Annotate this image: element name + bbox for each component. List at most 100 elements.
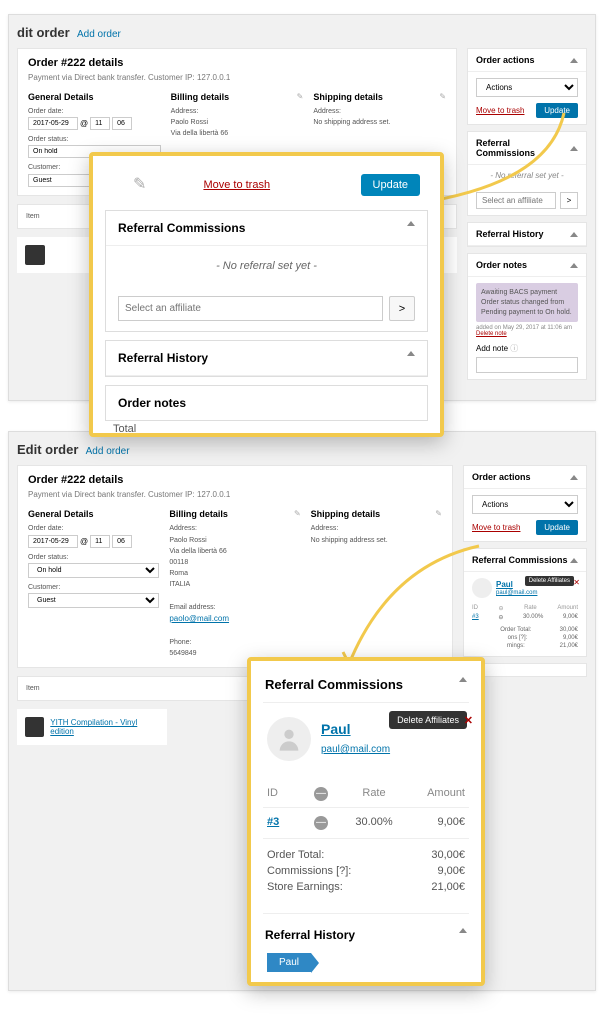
- notes-heading: Order notes: [476, 260, 527, 270]
- col-id: ID: [267, 787, 303, 801]
- billing-heading: Billing details: [171, 92, 230, 102]
- collapse-icon[interactable]: [570, 58, 578, 63]
- add-order-link[interactable]: Add order: [77, 29, 121, 40]
- col-amount: Amount: [409, 787, 465, 801]
- collapse-icon[interactable]: [570, 232, 578, 237]
- edit-shipping-icon[interactable]: ✎: [435, 509, 442, 523]
- commission-rate: 30.00%: [339, 816, 409, 830]
- order-subtitle: Payment via Direct bank transfer. Custom…: [28, 490, 442, 499]
- affiliate-email-link[interactable]: paul@mail.com: [321, 744, 390, 755]
- move-to-trash-link[interactable]: Move to trash: [472, 523, 520, 532]
- collapse-icon[interactable]: [570, 263, 578, 268]
- no-referral-text: - No referral set yet -: [468, 165, 586, 186]
- edit-billing-icon[interactable]: ✎: [294, 509, 301, 523]
- general-heading: General Details: [28, 509, 159, 519]
- earnings-label: Store Earnings:: [267, 881, 343, 893]
- callout-referral-filled: Referral Commissions Paul paul@mail.com …: [247, 657, 485, 986]
- affiliate-select[interactable]: [476, 192, 556, 209]
- status-icon: —: [314, 816, 328, 830]
- order-subtitle: Payment via Direct bank transfer. Custom…: [28, 73, 446, 82]
- avatar: [472, 578, 492, 598]
- order-title: Order #222 details: [28, 57, 446, 69]
- status-icon: —: [314, 787, 328, 801]
- shipping-heading: Shipping details: [313, 92, 383, 102]
- avatar: [267, 717, 311, 761]
- billing-email-link[interactable]: paolo@mail.com: [169, 614, 229, 623]
- actions-select[interactable]: Actions: [472, 495, 578, 514]
- collapse-icon[interactable]: [407, 221, 415, 226]
- affiliate-email-link[interactable]: paul@mail.com: [496, 590, 537, 596]
- affiliate-select[interactable]: [118, 296, 383, 321]
- product-thumb: [25, 717, 44, 737]
- history-tag[interactable]: Paul: [267, 953, 311, 972]
- commissions-value: 9,00€: [437, 865, 465, 877]
- refhist-heading: Referral History: [476, 229, 544, 239]
- close-icon[interactable]: ✕: [573, 578, 580, 587]
- earnings-value: 21,00€: [431, 881, 465, 893]
- affiliate-go-button[interactable]: >: [389, 296, 415, 321]
- status-select[interactable]: On hold: [28, 563, 159, 578]
- commission-id-link[interactable]: #3: [267, 816, 279, 828]
- total-label: Total: [113, 423, 136, 435]
- refcom-heading: Referral Commissions: [476, 138, 570, 158]
- order-total-label: Order Total:: [267, 849, 324, 861]
- order-hour-input[interactable]: [90, 535, 110, 548]
- collapse-icon[interactable]: [570, 146, 578, 151]
- status-label: Order status:: [28, 134, 161, 145]
- order-actions-heading: Order actions: [476, 55, 535, 65]
- refhist-heading: Referral History: [118, 351, 208, 365]
- edit-billing-icon[interactable]: ✎: [297, 92, 304, 106]
- order-actions-heading: Order actions: [472, 472, 531, 482]
- add-order-link[interactable]: Add order: [86, 446, 130, 457]
- delete-note-link[interactable]: Delete note: [476, 331, 507, 337]
- affiliate-go-button[interactable]: >: [560, 192, 578, 209]
- update-button[interactable]: Update: [536, 520, 578, 535]
- date-label: Order date:: [28, 106, 161, 117]
- refcom-heading: Referral Commissions: [472, 555, 568, 565]
- order-note: Awaiting BACS payment Order status chang…: [476, 283, 578, 322]
- refhist-heading: Referral History: [265, 928, 355, 942]
- edit-icon[interactable]: ✎: [133, 174, 146, 194]
- collapse-icon[interactable]: [407, 351, 415, 356]
- refcom-heading: Referral Commissions: [118, 221, 245, 235]
- order-min-input[interactable]: [112, 117, 132, 130]
- order-hour-input[interactable]: [90, 117, 110, 130]
- product-link[interactable]: YITH Compilation - Vinyl edition: [50, 718, 159, 736]
- update-button[interactable]: Update: [536, 103, 578, 118]
- commission-id-link[interactable]: #3: [472, 614, 479, 621]
- notes-heading: Order notes: [118, 396, 186, 410]
- edit-shipping-icon[interactable]: ✎: [439, 92, 446, 106]
- order-date-input[interactable]: [28, 535, 78, 548]
- update-button[interactable]: Update: [361, 174, 420, 196]
- shipping-heading: Shipping details: [311, 509, 381, 519]
- delete-affiliate-tooltip: Delete Affiliates: [525, 576, 574, 586]
- move-to-trash-link[interactable]: Move to trash: [203, 179, 270, 191]
- refcom-heading: Referral Commissions: [265, 677, 403, 692]
- affiliate-name-link[interactable]: Paul: [496, 580, 513, 589]
- order-date-input[interactable]: [28, 117, 78, 130]
- billing-heading: Billing details: [169, 509, 228, 519]
- collapse-icon[interactable]: [459, 928, 467, 933]
- general-heading: General Details: [28, 92, 161, 102]
- order-title: Order #222 details: [28, 474, 442, 486]
- close-icon[interactable]: ✕: [464, 714, 473, 727]
- order-total-value: 30,00€: [431, 849, 465, 861]
- collapse-icon[interactable]: [570, 475, 578, 480]
- add-note-input[interactable]: [476, 357, 578, 373]
- customer-select[interactable]: Guest: [28, 593, 159, 608]
- order-min-input[interactable]: [112, 535, 132, 548]
- collapse-icon[interactable]: [459, 677, 467, 682]
- col-rate: Rate: [339, 787, 409, 801]
- callout-referral-empty: ✎ Move to trash Update Referral Commissi…: [89, 152, 444, 437]
- commission-amount: 9,00€: [409, 816, 465, 830]
- move-to-trash-link[interactable]: Move to trash: [476, 106, 524, 115]
- add-note-label: Add note: [476, 344, 508, 353]
- delete-affiliate-tooltip: Delete Affiliates: [389, 711, 467, 729]
- breadcrumb: Edit order Add order: [9, 432, 595, 465]
- affiliate-name-link[interactable]: Paul: [321, 721, 351, 737]
- collapse-icon[interactable]: [570, 558, 578, 563]
- actions-select[interactable]: Actions: [476, 78, 578, 97]
- no-referral-text: - No referral set yet -: [106, 246, 427, 286]
- date-label: Order date:: [28, 523, 159, 534]
- product-thumb: [25, 245, 45, 265]
